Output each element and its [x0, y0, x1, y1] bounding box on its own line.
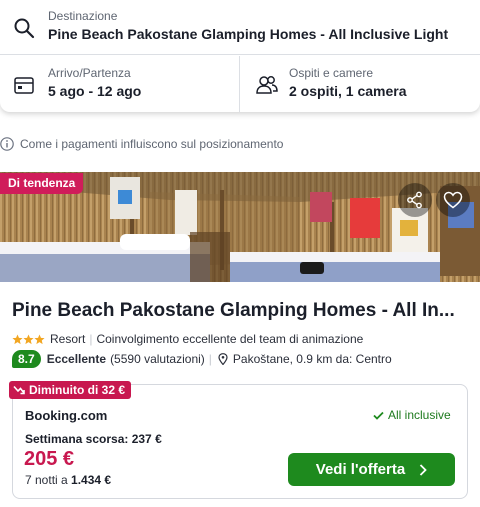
dates-value: 5 ago - 12 ago: [48, 83, 142, 99]
board-type-text: All inclusive: [388, 408, 451, 422]
location-pin-icon: [218, 353, 228, 365]
destination-label: Destinazione: [48, 9, 118, 23]
favorite-button[interactable]: [436, 183, 470, 217]
hotel-results-page: Destinazione Pine Beach Pakostane Glampi…: [0, 0, 480, 507]
destination-field[interactable]: Destinazione Pine Beach Pakostane Glampi…: [0, 0, 480, 55]
provider-name: Booking.com: [25, 408, 108, 423]
rating-divider: |: [208, 352, 212, 366]
meta-divider: |: [89, 332, 93, 346]
current-price: 205 €: [24, 448, 75, 470]
price-drop-badge: Diminuito di 32 €: [9, 381, 132, 399]
hotel-location: Pakoštane, 0.9 km da: Centro: [232, 352, 392, 366]
rating-count: (5590 valutazioni): [110, 352, 205, 366]
trend-down-icon: [13, 385, 25, 395]
guests-field[interactable]: Ospiti e camere 2 ospiti, 1 camera: [241, 56, 480, 112]
rating-score-badge: 8.7: [12, 350, 41, 368]
trending-badge: Di tendenza: [0, 173, 84, 194]
hotel-type: Resort: [50, 332, 86, 346]
total-stay-price: 7 notti a 1.434 €: [25, 473, 111, 487]
rating-label: Eccellente: [46, 352, 107, 366]
guests-value: 2 ospiti, 1 camera: [289, 83, 407, 99]
view-offer-button[interactable]: Vedi l'offerta: [288, 453, 455, 486]
nights-total: 1.434 €: [71, 473, 112, 487]
hotel-meta-row: Resort | Coinvolgimento eccellente del t…: [12, 332, 363, 346]
heart-icon: [443, 191, 463, 209]
star-icon: [34, 333, 45, 344]
ranking-info-text: Come i pagamenti influiscono sul posizio…: [20, 137, 284, 151]
chevron-right-icon: [420, 463, 427, 476]
rating-row[interactable]: 8.7 Eccellente (5590 valutazioni) | Pako…: [12, 350, 392, 368]
search-summary-card: Destinazione Pine Beach Pakostane Glampi…: [0, 0, 480, 112]
star-icon: [23, 333, 34, 344]
nights-prefix: 7 notti a: [25, 473, 68, 487]
last-week-price: Settimana scorsa: 237 €: [25, 432, 162, 446]
hotel-name[interactable]: Pine Beach Pakostane Glamping Homes - Al…: [12, 300, 472, 322]
dates-label: Arrivo/Partenza: [48, 66, 131, 80]
search-icon: [14, 18, 35, 39]
star-icon: [12, 333, 23, 344]
guests-label: Ospiti e camere: [289, 66, 374, 80]
ranking-info-note[interactable]: Come i pagamenti influiscono sul posizio…: [0, 136, 283, 152]
guests-icon: [256, 76, 278, 94]
dates-field[interactable]: Arrivo/Partenza 5 ago - 12 ago: [0, 56, 240, 112]
share-button[interactable]: [398, 183, 432, 217]
info-icon: [0, 137, 14, 151]
star-rating: [12, 333, 45, 345]
board-type: All inclusive: [373, 408, 451, 422]
price-drop-text: Diminuito di 32 €: [29, 383, 126, 397]
destination-value: Pine Beach Pakostane Glamping Homes - Al…: [48, 26, 449, 42]
share-icon: [407, 191, 422, 209]
hotel-highlight: Coinvolgimento eccellente del team di an…: [96, 332, 364, 346]
calendar-icon: [14, 77, 34, 94]
view-offer-label: Vedi l'offerta: [315, 461, 406, 478]
check-icon: [373, 411, 384, 420]
